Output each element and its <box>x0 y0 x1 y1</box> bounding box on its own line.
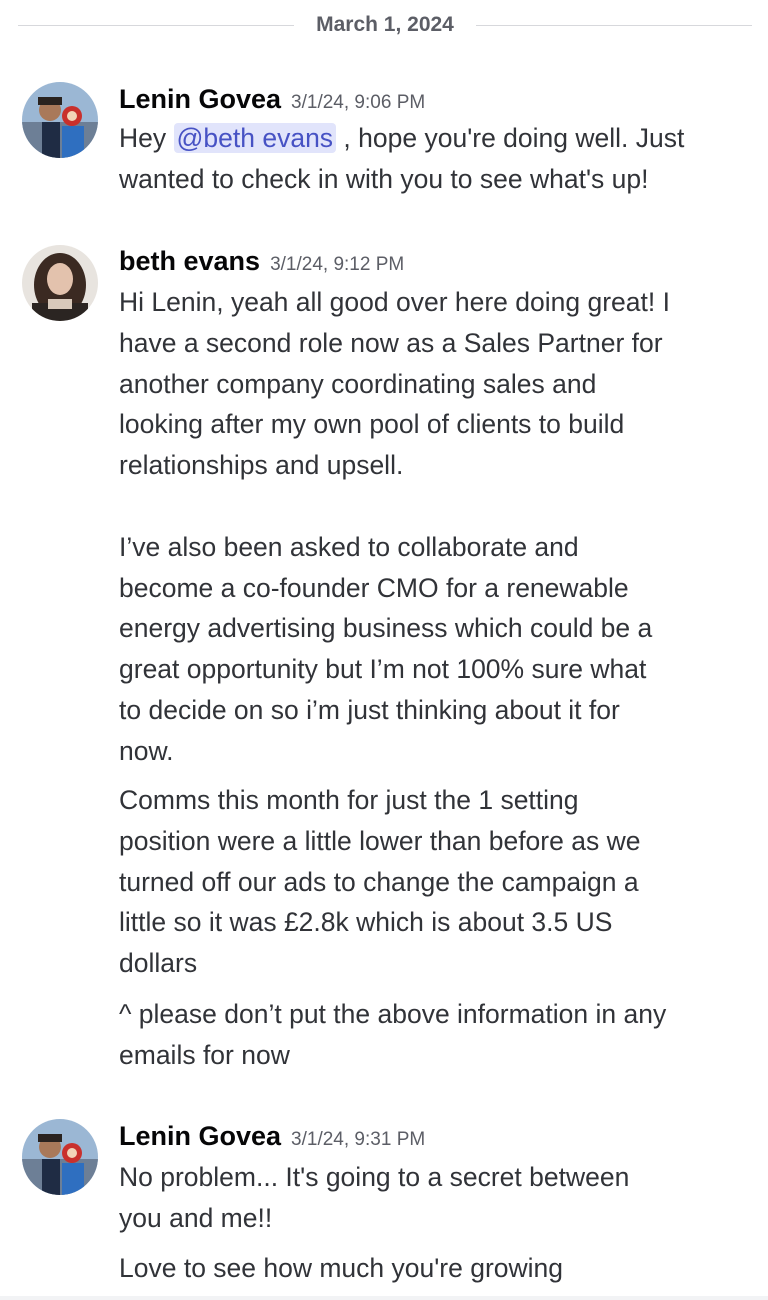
message-line: dollars <box>119 948 198 979</box>
text-segment: Hey <box>119 123 174 153</box>
message-line: relationships and upsell. <box>119 450 404 481</box>
message-line: energy advertising business which could … <box>119 613 653 644</box>
message-text: Comms this month for just the 1 setting … <box>119 780 749 984</box>
divider-line-right <box>476 25 752 26</box>
message-line: position were a little lower than before… <box>119 825 641 856</box>
message-line: now. <box>119 735 174 766</box>
message-line: little so it was £2.8k which is about 3.… <box>119 907 613 938</box>
message-timestamp: 3/1/24, 9:31 PM <box>291 1129 426 1150</box>
divider-line-left <box>18 25 294 26</box>
avatar-lenin-govea[interactable] <box>22 82 98 158</box>
date-divider: March 1, 2024 <box>0 0 768 52</box>
avatar-lenin-govea[interactable] <box>22 1119 98 1195</box>
message-header: Lenin Govea 3/1/24, 9:31 PM <box>119 1118 425 1154</box>
message-line: No problem... It's going to a secret bet… <box>119 1162 630 1192</box>
message-line: Comms this month for just the 1 setting <box>119 785 579 815</box>
author-name[interactable]: beth evans <box>119 246 260 276</box>
message-text: Love to see how much you're growing <box>119 1248 749 1289</box>
message-line: have a second role now as a Sales Partne… <box>119 327 663 358</box>
message-text: Hey @beth evans , hope you're doing well… <box>119 118 749 200</box>
user-mention[interactable]: @beth evans <box>173 123 337 153</box>
message-text: Hi Lenin, yeah all good over here doing … <box>119 282 749 772</box>
author-name[interactable]: Lenin Govea <box>119 1121 281 1151</box>
text-segment: , hope you're doing well. Just <box>336 123 685 153</box>
message-header: Lenin Govea 3/1/24, 9:06 PM <box>119 81 425 117</box>
message-line: Hey @beth evans , hope you're doing well… <box>119 118 749 159</box>
message-line: Hi Lenin, yeah all good over here doing … <box>119 287 670 317</box>
message-line: looking after my own pool of clients to … <box>119 409 625 440</box>
message-text: ^ please don’t put the above information… <box>119 994 749 1076</box>
message-text: No problem... It's going to a secret bet… <box>119 1157 749 1239</box>
message-line: another company coordinating sales and <box>119 368 597 399</box>
date-divider-label: March 1, 2024 <box>316 13 454 36</box>
message-line: turned off our ads to change the campaig… <box>119 866 639 897</box>
message-line: Love to see how much you're growing <box>119 1253 564 1283</box>
message-line: become a co-founder CMO for a renewable <box>119 572 629 603</box>
message-line: great opportunity but I’m not 100% sure … <box>119 654 647 685</box>
message-line: ^ please don’t put the above information… <box>119 999 667 1029</box>
avatar-beth-evans[interactable] <box>22 245 98 321</box>
author-name[interactable]: Lenin Govea <box>119 84 281 114</box>
message-line: you and me!! <box>119 1202 273 1233</box>
message-line: to decide on so i’m just thinking about … <box>119 694 620 725</box>
message-line: wanted to check in with you to see what'… <box>119 163 649 194</box>
bottom-edge <box>0 1296 768 1300</box>
message-header: beth evans 3/1/24, 9:12 PM <box>119 243 404 279</box>
message-timestamp: 3/1/24, 9:06 PM <box>291 92 426 113</box>
message-line: I’ve also been asked to collaborate and <box>119 531 579 562</box>
message-timestamp: 3/1/24, 9:12 PM <box>270 254 405 275</box>
message-line: emails for now <box>119 1039 290 1070</box>
